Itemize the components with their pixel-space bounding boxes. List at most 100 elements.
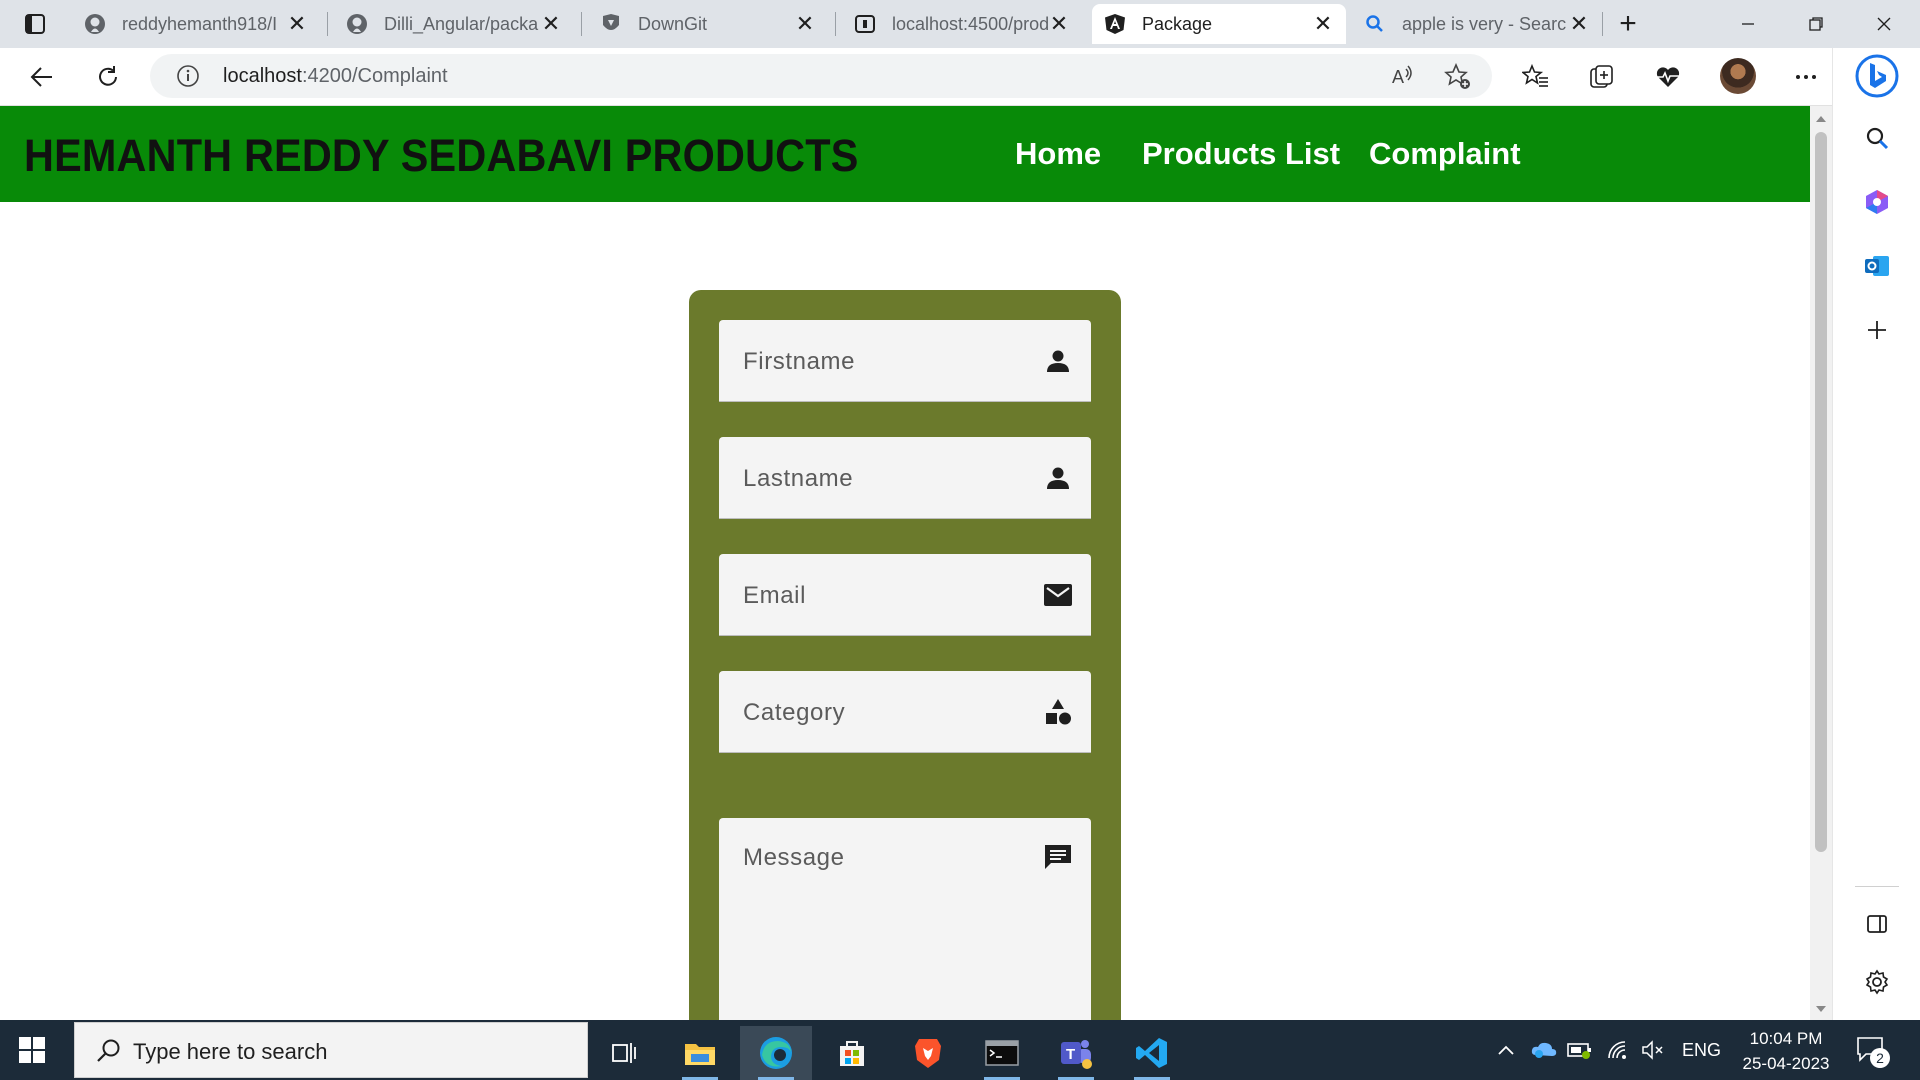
minimize-icon [1742,23,1754,25]
tab-github-1[interactable]: reddyhemanth918/I ✕ [72,4,320,44]
sidebar-outlook-button[interactable] [1859,248,1895,284]
bing-chat-button[interactable] [1853,52,1901,100]
wifi-icon [1608,1041,1626,1059]
svg-text:A: A [1392,67,1404,87]
file-explorer-button[interactable] [664,1026,736,1080]
hide-sidebar-button[interactable] [1859,906,1895,942]
tab-actions-button[interactable] [14,8,56,40]
tab-github-2[interactable]: Dilli_Angular/packa ✕ [334,4,574,44]
refresh-button[interactable] [90,59,126,95]
address-bar[interactable]: localhost:4200/Complaint A [150,54,1492,98]
wifi-tray-icon[interactable] [1606,1020,1632,1080]
close-tab-icon[interactable]: ✕ [1312,11,1334,36]
battery-tray-icon[interactable] [1566,1020,1594,1080]
close-tab-icon[interactable]: ✕ [540,11,562,36]
clock-time: 10:04 PM [1749,1029,1823,1048]
tab-separator [835,12,836,36]
close-tab-icon[interactable]: ✕ [286,11,308,36]
more-icon [1796,75,1816,79]
sidebar-toggle-icon [1867,915,1887,933]
new-tab-button[interactable]: + [1612,7,1644,40]
site-navbar: HEMANTH REDDY SEDABAVI PRODUCTS Home Pro… [0,106,1810,202]
language-indicator[interactable]: ENG [1682,1020,1721,1080]
system-clock[interactable]: 10:04 PM 25-04-2023 [1734,1026,1838,1076]
tab-bing-search[interactable]: apple is very - Searc ✕ [1352,4,1602,44]
brave-lion-icon [915,1039,941,1068]
gear-icon [1865,969,1889,995]
close-window-button[interactable] [1850,0,1918,48]
firstname-field[interactable]: Firstname [719,320,1091,402]
site-brand[interactable]: HEMANTH REDDY SEDABAVI PRODUCTS [24,130,859,182]
task-view-button[interactable] [588,1026,660,1080]
add-favorite-icon[interactable] [1444,62,1472,96]
message-field[interactable]: Message [719,818,1091,1020]
windows-start-icon[interactable] [18,1036,46,1064]
close-tab-icon[interactable]: ✕ [1048,11,1070,36]
favorites-button[interactable] [1518,59,1554,95]
read-aloud-icon[interactable]: A [1390,63,1416,94]
sidebar-search-button[interactable] [1859,120,1895,156]
battery-icon [1567,1043,1591,1059]
restore-button[interactable] [1782,0,1850,48]
tab-package-active[interactable]: Package ✕ [1092,4,1346,44]
tab-localhost-4500[interactable]: localhost:4500/prod ✕ [842,4,1082,44]
sidebar-settings-button[interactable] [1859,964,1895,1000]
site-info-icon[interactable] [176,64,200,88]
profile-avatar[interactable] [1720,58,1756,94]
category-field[interactable]: Category [719,671,1091,753]
folder-icon [685,1044,715,1065]
onedrive-icon [1531,1042,1557,1058]
github-icon [346,13,368,35]
tab-title: localhost:4500/prod [892,13,1048,34]
email-field[interactable]: Email [719,554,1091,636]
edge-taskbar-button[interactable] [740,1026,812,1080]
tab-title: DownGit [638,13,708,34]
nav-complaint-link[interactable]: Complaint [1369,136,1521,172]
notification-center-button[interactable]: 2 [1856,1036,1890,1068]
volume-muted-tray-icon[interactable] [1640,1020,1666,1080]
browser-essentials-button[interactable] [1650,59,1686,95]
nav-products-list-link[interactable]: Products List [1142,136,1340,172]
minimize-button[interactable] [1714,0,1782,48]
vscode-button[interactable] [1116,1026,1188,1080]
onedrive-tray-icon[interactable] [1530,1020,1558,1080]
settings-more-button[interactable] [1788,59,1824,95]
email-placeholder: Email [743,582,807,609]
clock-date: 25-04-2023 [1742,1054,1830,1073]
edge-sidebar [1832,48,1920,1020]
page-scrollbar[interactable] [1810,106,1832,1020]
close-tab-icon[interactable]: ✕ [794,11,816,36]
scroll-down-arrow[interactable] [1816,1006,1826,1012]
brave-browser-button[interactable] [892,1026,964,1080]
sidebar-add-button[interactable] [1859,312,1895,348]
back-button[interactable] [24,59,60,95]
favorites-icon [1522,63,1548,87]
scroll-up-arrow[interactable] [1816,116,1826,122]
outlook-icon [1865,256,1889,276]
sidebar-divider [1855,886,1899,887]
url-host: localhost [223,65,302,87]
microsoft-store-button[interactable] [816,1026,888,1080]
nav-home-link[interactable]: Home [1015,136,1101,172]
terminal-button[interactable] [966,1026,1038,1080]
teams-button[interactable]: T [1040,1026,1112,1080]
message-placeholder: Message [743,844,845,871]
lastname-placeholder: Lastname [743,465,854,492]
store-icon [840,1041,864,1066]
person-icon [1043,463,1073,493]
office-icon [1866,190,1888,214]
close-tab-icon[interactable]: ✕ [1568,11,1590,36]
localhost-icon [854,13,876,35]
taskbar-search-box[interactable]: Type here to search [74,1022,588,1078]
collections-button[interactable] [1584,59,1620,95]
scrollbar-thumb[interactable] [1815,132,1827,852]
tab-downgit[interactable]: DownGit ✕ [588,4,828,44]
show-hidden-icons-button[interactable] [1496,1020,1516,1080]
svg-text:T: T [1066,1046,1075,1063]
restore-icon [1809,17,1823,31]
message-icon [1043,842,1073,872]
sidebar-office-button[interactable] [1859,184,1895,220]
taskbar-search-placeholder: Type here to search [133,1039,328,1064]
tab-separator [1602,12,1603,36]
lastname-field[interactable]: Lastname [719,437,1091,519]
